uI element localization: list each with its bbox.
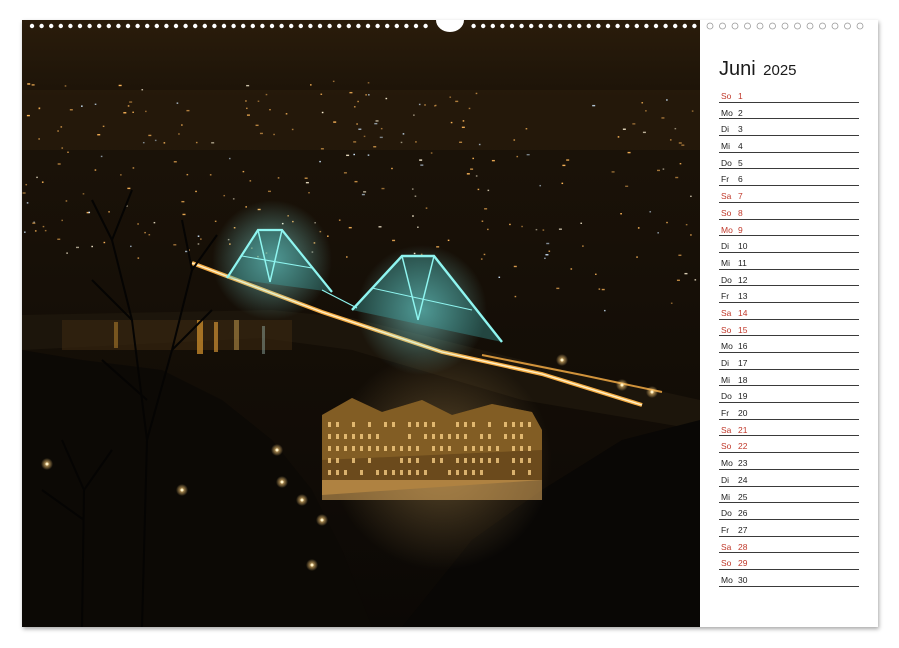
day-row: Mo 16 — [719, 336, 859, 353]
day-number: 27 — [738, 524, 748, 535]
day-row: Do 19 — [719, 386, 859, 404]
day-row: Do 5 — [719, 153, 859, 170]
day-number: 18 — [738, 374, 748, 385]
day-row: Do 26 — [719, 503, 859, 520]
weekday-name: Fr — [721, 524, 730, 535]
day-row: Sa 21 — [719, 420, 859, 437]
calendar-heading: Juni 2025 — [719, 58, 859, 86]
weekday-name: Mo — [721, 341, 733, 352]
day-row: Mo 2 — [719, 103, 859, 120]
day-row: So 15 — [719, 320, 859, 337]
weekday-name: Mo — [721, 107, 733, 118]
day-number: 2 — [738, 107, 743, 118]
weekday-name: Sa — [721, 307, 732, 318]
day-number: 6 — [738, 174, 743, 185]
day-number: 3 — [738, 124, 743, 135]
day-number: 30 — [738, 574, 748, 585]
photo-illustration — [22, 20, 700, 627]
day-number: 22 — [738, 441, 748, 452]
day-number: 10 — [738, 241, 748, 252]
month-name: Juni — [719, 58, 756, 80]
weekday-name: Sa — [721, 424, 732, 435]
weekday-name: Di — [721, 124, 730, 135]
day-number: 19 — [738, 391, 748, 402]
weekday-name: Mi — [721, 374, 730, 385]
weekday-name: So — [721, 324, 732, 335]
day-number: 28 — [738, 541, 748, 552]
weekday-name: Di — [721, 358, 730, 368]
day-number: 13 — [738, 291, 748, 302]
weekday-name: Fr — [721, 174, 730, 185]
weekday-name: So — [721, 558, 732, 569]
weekday-name: Mi — [721, 257, 730, 268]
weekday-name: Fr — [721, 291, 730, 302]
day-list: So 1 Mo 2 Di 3 Mi 4 Do 5 Fr 6 Sa 7 So 8 Mo 9 Di 10 Mi 11 Do 12 F… — [719, 86, 859, 587]
day-number: 29 — [738, 558, 748, 569]
year: 2025 — [763, 62, 797, 79]
weekday-name: Do — [721, 274, 732, 285]
day-number: 9 — [738, 224, 743, 235]
day-number: 8 — [738, 207, 743, 218]
weekday-name: Fr — [721, 408, 730, 419]
weekday-name: Mo — [721, 574, 733, 585]
day-number: 5 — [738, 157, 743, 168]
day-row: Do 12 — [719, 270, 859, 287]
weekday-name: Di — [721, 241, 730, 252]
calendar-page: Juni 2025 So 1 Mo 2 Di 3 Mi 4 Do 5 Fr 6 Sa 7 So 8 Mo 9 Di 1… — [22, 20, 878, 627]
weekday-name: Do — [721, 508, 732, 519]
weekday-name: So — [721, 207, 732, 218]
day-row: Mo 23 — [719, 453, 859, 470]
day-row: Mi 25 — [719, 487, 859, 504]
day-number: 4 — [738, 141, 743, 152]
night-city-bridge-photo — [22, 20, 700, 627]
day-row: Sa 28 — [719, 537, 859, 554]
weekday-name: Mi — [721, 491, 730, 502]
weekday-name: Di — [721, 474, 730, 485]
day-row: Di 3 — [719, 119, 859, 137]
weekday-name: Sa — [721, 541, 732, 552]
day-row: So 8 — [719, 203, 859, 220]
day-number: 26 — [738, 508, 748, 519]
weekday-name: Mo — [721, 224, 733, 235]
day-row: Di 17 — [719, 353, 859, 370]
weekday-name: So — [721, 91, 732, 101]
day-row: So 29 — [719, 553, 859, 570]
day-number: 15 — [738, 324, 748, 335]
day-row: So 1 — [719, 86, 859, 103]
weekday-name: Sa — [721, 191, 732, 202]
day-row: Di 10 — [719, 236, 859, 253]
day-number: 20 — [738, 408, 748, 419]
day-row: Fr 13 — [719, 286, 859, 303]
day-row: Di 24 — [719, 470, 859, 487]
weekday-name: So — [721, 441, 732, 452]
day-number: 7 — [738, 191, 743, 202]
day-row: Sa 7 — [719, 186, 859, 203]
day-row: Mo 30 — [719, 570, 859, 587]
weekday-name: Mo — [721, 458, 733, 469]
month-calendar: Juni 2025 So 1 Mo 2 Di 3 Mi 4 Do 5 Fr 6 Sa 7 So 8 Mo 9 Di 1… — [719, 58, 859, 587]
day-row: Fr 6 — [719, 169, 859, 187]
day-number: 14 — [738, 307, 748, 318]
day-number: 21 — [738, 424, 748, 435]
day-row: So 22 — [719, 436, 859, 454]
day-row: Mi 4 — [719, 136, 859, 153]
weekday-name: Do — [721, 391, 732, 402]
day-number: 25 — [738, 491, 748, 502]
day-number: 16 — [738, 341, 748, 352]
weekday-name: Do — [721, 157, 732, 168]
day-number: 23 — [738, 458, 748, 469]
day-number: 17 — [738, 358, 748, 368]
day-number: 24 — [738, 474, 748, 485]
day-row: Fr 27 — [719, 520, 859, 537]
day-row: Mi 18 — [719, 370, 859, 387]
day-number: 11 — [738, 257, 747, 268]
day-number: 1 — [738, 91, 743, 101]
weekday-name: Mi — [721, 141, 730, 152]
day-row: Fr 20 — [719, 403, 859, 420]
day-row: Mo 9 — [719, 220, 859, 237]
day-row: Mi 11 — [719, 253, 859, 270]
day-row: Sa 14 — [719, 303, 859, 320]
day-number: 12 — [738, 274, 748, 285]
